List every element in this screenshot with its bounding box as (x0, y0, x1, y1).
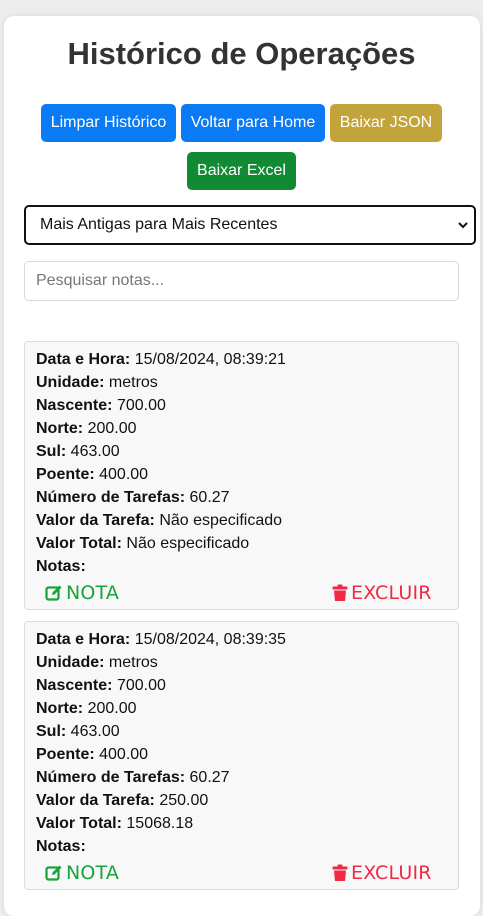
record-tasks: Número de Tarefas: 60.27 (36, 489, 230, 506)
page-title: Histórico de Operações (67, 36, 416, 71)
record-west: Poente: 400.00 (36, 466, 149, 483)
record-notes: Notas: (36, 838, 86, 855)
delete-record-button[interactable]: EXCLUIR (332, 861, 432, 885)
record-total: Valor Total: 15068.18 (36, 815, 194, 832)
record-notes: Notas: (36, 558, 86, 575)
sort-order-select[interactable]: Mais Antigas para Mais Recentes (24, 205, 476, 245)
search-notes-input[interactable] (24, 261, 459, 301)
clear-history-button[interactable]: Limpar Histórico (41, 104, 176, 142)
record-datetime: Data e Hora: 15/08/2024, 08:39:35 (36, 631, 286, 648)
record-unit: Unidade: metros (36, 374, 158, 391)
download-excel-button[interactable]: Baixar Excel (187, 152, 296, 190)
record-tasks: Número de Tarefas: 60.27 (36, 769, 230, 786)
download-json-button[interactable]: Baixar JSON (330, 104, 442, 142)
trash-icon (332, 584, 348, 601)
history-record: Data e Hora: 15/08/2024, 08:39:21 Unidad… (24, 341, 459, 610)
record-south: Sul: 463.00 (36, 443, 120, 460)
add-note-label: NOTA (66, 862, 120, 884)
record-task-value: Valor da Tarefa: Não especificado (36, 512, 283, 529)
record-datetime: Data e Hora: 15/08/2024, 08:39:21 (36, 351, 286, 368)
record-west: Poente: 400.00 (36, 746, 149, 763)
record-unit: Unidade: metros (36, 654, 158, 671)
delete-record-label: EXCLUIR (351, 582, 432, 604)
sort-order-selected: Mais Antigas para Mais Recentes (40, 216, 278, 233)
back-home-button[interactable]: Voltar para Home (181, 104, 325, 142)
record-north: Norte: 200.00 (36, 420, 137, 437)
delete-record-button[interactable]: EXCLUIR (332, 581, 432, 605)
chevron-down-icon (458, 222, 468, 229)
edit-icon (45, 865, 62, 881)
add-note-button[interactable]: NOTA (45, 581, 119, 605)
delete-record-label: EXCLUIR (351, 862, 432, 884)
record-south: Sul: 463.00 (36, 723, 120, 740)
record-north: Norte: 200.00 (36, 700, 137, 717)
trash-icon (332, 864, 348, 881)
record-east: Nascente: 700.00 (36, 397, 166, 414)
add-note-label: NOTA (66, 582, 120, 604)
history-record: Data e Hora: 15/08/2024, 08:39:35 Unidad… (24, 621, 459, 890)
add-note-button[interactable]: NOTA (45, 861, 119, 885)
record-east: Nascente: 700.00 (36, 677, 166, 694)
edit-icon (45, 585, 62, 601)
record-task-value: Valor da Tarefa: 250.00 (36, 792, 209, 809)
record-total: Valor Total: Não especificado (36, 535, 250, 552)
